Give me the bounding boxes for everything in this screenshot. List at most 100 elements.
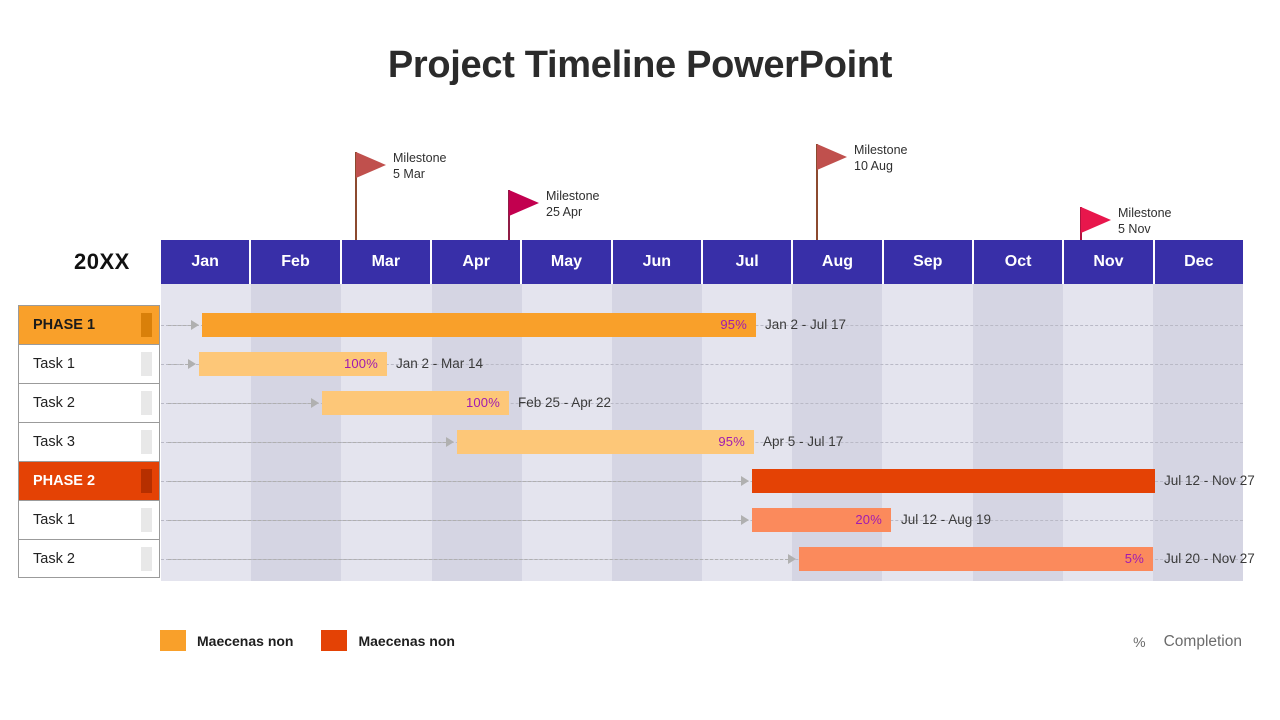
gantt-bar-task-2-2[interactable]: 100% xyxy=(322,390,509,415)
row-connector-tab xyxy=(141,546,152,571)
row-label-task-2-6[interactable]: Task 2 xyxy=(18,539,160,578)
row-label-phase-1-0[interactable]: PHASE 1 xyxy=(18,305,160,344)
bar-connector-line xyxy=(168,480,741,482)
grid-column-sep xyxy=(882,284,973,581)
row-connector-tab xyxy=(141,313,152,337)
row-label-task-1-5[interactable]: Task 1 xyxy=(18,500,160,539)
bar-connector-arrow xyxy=(191,319,199,330)
bar-connector-arrow xyxy=(788,553,796,564)
month-header-may: May xyxy=(522,240,613,284)
month-header-oct: Oct xyxy=(973,240,1065,284)
gantt-bar-task-1-1[interactable]: 100% xyxy=(199,351,387,376)
milestone-date: 5 Nov xyxy=(1118,222,1151,236)
bar-date-range: Apr 5 - Jul 17 xyxy=(763,433,844,449)
row-label-text: PHASE 1 xyxy=(33,317,96,333)
legend-label-0: Maecenas non xyxy=(197,632,294,649)
milestone-text: Milestone 5 Mar xyxy=(393,150,447,182)
bar-completion-percent: 95% xyxy=(718,434,745,449)
milestone-flag-icon xyxy=(509,190,539,216)
milestone-flag-icon xyxy=(817,144,847,170)
milestone-name: Milestone xyxy=(1118,206,1172,220)
row-connector-tab xyxy=(141,352,152,376)
gantt-bar-task-3-3[interactable]: 95% xyxy=(457,429,754,454)
gantt-bar-task-2-6[interactable]: 5% xyxy=(799,546,1153,571)
task-label-column: PHASE 1 Task 1 Task 2 Task 3 PHASE 2 Task 1 Ta… xyxy=(18,305,160,578)
row-connector-tab xyxy=(141,469,152,493)
percent-symbol: % xyxy=(1133,634,1146,650)
row-label-phase-2-4[interactable]: PHASE 2 xyxy=(18,461,160,500)
milestone-name: Milestone xyxy=(546,189,600,203)
milestone-flag-icon xyxy=(1081,207,1111,233)
milestone-name: Milestone xyxy=(854,143,908,157)
month-header-mar: Mar xyxy=(341,240,432,284)
row-label-task-1-1[interactable]: Task 1 xyxy=(18,344,160,383)
milestone-text: Milestone 5 Nov xyxy=(1118,205,1172,237)
bar-connector-line xyxy=(168,402,311,404)
legend-item-0: Maecenas non xyxy=(160,630,293,651)
bar-connector-line xyxy=(168,441,446,443)
row-label-text: Task 1 xyxy=(33,356,75,372)
bar-completion-percent: 100% xyxy=(465,395,500,410)
completion-legend: % Completion xyxy=(1133,633,1242,651)
gantt-bar-phase-1-0[interactable]: 95% xyxy=(202,312,756,337)
gantt-chart: Jan Feb Mar Apr May Jun Jul Aug Sep Oct Nov Dec 95%… xyxy=(161,240,1255,581)
bar-connector-line xyxy=(168,519,741,521)
legend-swatch-0 xyxy=(160,630,186,651)
row-label-text: Task 2 xyxy=(33,550,75,567)
month-header-jan: Jan xyxy=(161,240,252,284)
month-header-feb: Feb xyxy=(251,240,342,284)
bar-date-range: Feb 25 - Apr 22 xyxy=(518,394,612,410)
row-connector-tab xyxy=(141,391,152,415)
grid-column-dec xyxy=(1152,284,1244,581)
bar-connector-arrow xyxy=(188,358,196,369)
milestone-date: 10 Aug xyxy=(854,159,893,173)
year-label: 20XX xyxy=(74,249,130,274)
bar-connector-arrow xyxy=(311,397,319,408)
bar-connector-line xyxy=(168,363,188,365)
bar-date-range: Jul 12 - Nov 27 xyxy=(1164,472,1255,488)
month-header-apr: Apr xyxy=(431,240,523,284)
month-header-aug: Aug xyxy=(793,240,884,284)
legend-swatch-1 xyxy=(321,630,348,651)
bar-connector-line xyxy=(168,324,191,326)
bar-completion-percent: 95% xyxy=(720,317,747,332)
grid-column-nov xyxy=(1062,284,1153,581)
bar-completion-percent: 100% xyxy=(343,356,378,371)
grid-column-oct xyxy=(972,284,1063,581)
month-header-jul: Jul xyxy=(702,240,794,284)
bar-date-range: Jul 20 - Nov 27 xyxy=(1164,550,1255,566)
bar-completion-percent: 20% xyxy=(855,512,882,527)
month-header-nov: Nov xyxy=(1064,240,1155,284)
bar-date-range: Jan 2 - Jul 17 xyxy=(765,316,847,332)
milestone-text: Milestone 10 Aug xyxy=(854,142,908,174)
row-connector-tab xyxy=(141,430,152,454)
bar-date-range: Jan 2 - Mar 14 xyxy=(396,355,484,371)
row-connector-tab xyxy=(141,508,152,532)
bar-connector-arrow xyxy=(446,436,454,447)
legend-label-1: Maecenas non xyxy=(358,632,455,649)
milestone-date: 5 Mar xyxy=(393,167,425,181)
bar-completion-percent: 5% xyxy=(1124,551,1144,566)
bar-connector-arrow xyxy=(741,514,749,525)
row-label-task-2-2[interactable]: Task 2 xyxy=(18,383,160,422)
page-title: Project Timeline PowerPoint xyxy=(387,44,893,86)
bar-connector-arrow xyxy=(741,475,749,486)
row-label-task-3-3[interactable]: Task 3 xyxy=(18,422,160,461)
month-header-row: Jan Feb Mar Apr May Jun Jul Aug Sep Oct Nov Dec xyxy=(161,240,1243,284)
gantt-bar-task-1-5[interactable]: 20% xyxy=(752,507,891,532)
bar-date-range: Jul 12 - Aug 19 xyxy=(901,511,992,527)
row-label-text: PHASE 2 xyxy=(33,473,96,489)
milestone-flag-icon xyxy=(356,152,386,178)
month-header-jun: Jun xyxy=(612,240,703,284)
completion-label: Completion xyxy=(1163,633,1242,650)
month-header-dec: Dec xyxy=(1154,240,1243,284)
milestone-name: Milestone xyxy=(393,151,447,165)
milestone-date: 25 Apr xyxy=(546,205,583,219)
gantt-bar-phase-2-4[interactable] xyxy=(752,468,1155,493)
month-header-sep: Sep xyxy=(883,240,974,284)
row-label-text: Task 1 xyxy=(33,512,75,528)
row-label-text: Task 2 xyxy=(33,395,75,411)
milestone-text: Milestone 25 Apr xyxy=(546,188,600,220)
legend: Maecenas non Maecenas non xyxy=(160,630,483,651)
legend-item-1: Maecenas non xyxy=(321,630,455,651)
